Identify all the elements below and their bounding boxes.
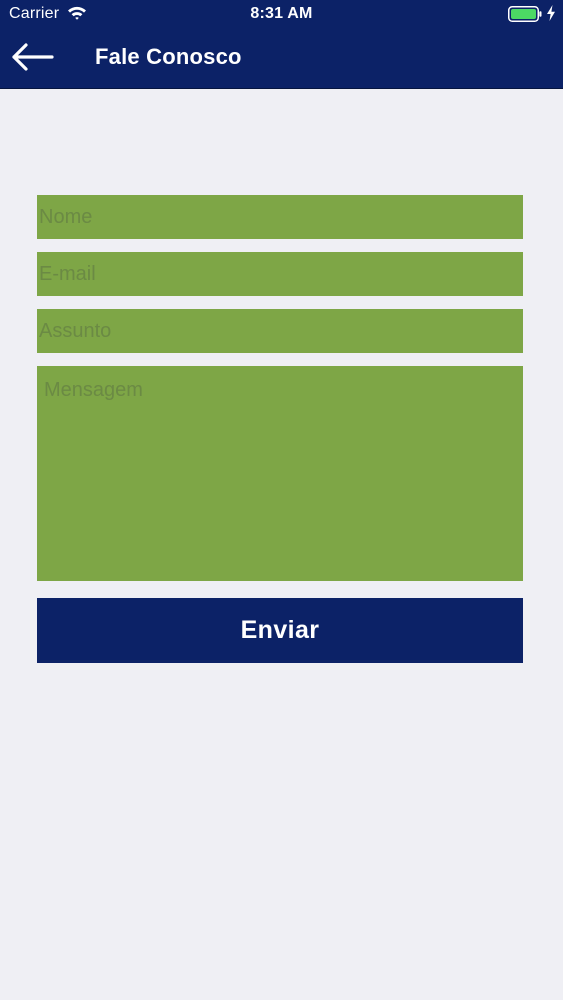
navigation-bar: Carrier 8:31 AM Fale Conosco [0, 0, 563, 89]
name-input[interactable] [37, 195, 523, 239]
arrow-left-icon [12, 43, 54, 71]
message-textarea[interactable] [37, 366, 523, 581]
battery-icon [508, 6, 542, 22]
subject-input[interactable] [37, 309, 523, 353]
charging-bolt-icon [547, 5, 555, 21]
page-title: Fale Conosco [95, 44, 242, 69]
status-time: 8:31 AM [250, 5, 313, 22]
status-bar: Carrier 8:31 AM [0, 0, 563, 28]
email-input[interactable] [37, 252, 523, 296]
back-button[interactable] [8, 37, 56, 77]
submit-button[interactable]: Enviar [37, 598, 523, 663]
